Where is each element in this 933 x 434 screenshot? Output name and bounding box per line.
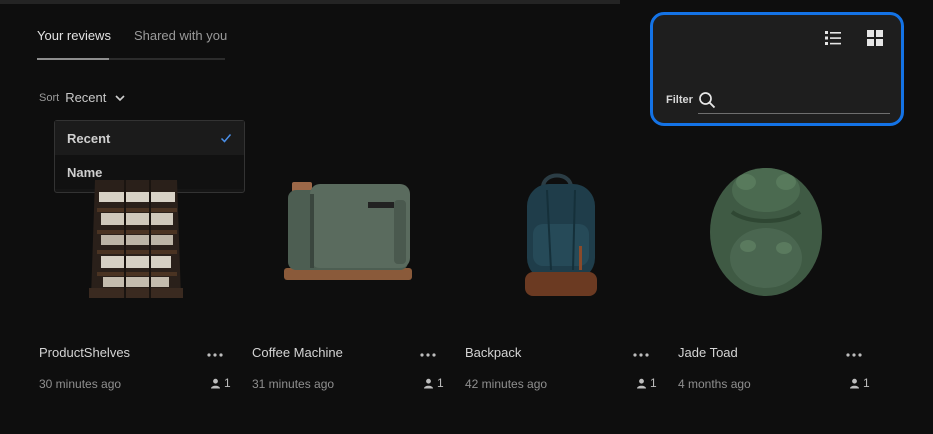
card-time: 30 minutes ago [39,377,122,391]
collaborator-count: 1 [650,376,657,390]
backpack-thumbnail[interactable] [465,150,665,320]
filter-label: Filter [666,94,693,106]
user-icon [424,378,433,388]
more-icon[interactable] [206,348,224,362]
more-icon[interactable] [845,348,863,362]
collaborator-count: 1 [224,376,231,390]
card-collaborators: 1 [423,376,444,390]
card-time: 42 minutes ago [465,377,548,391]
app-root: Your reviews Shared with you Sort Recent… [0,0,933,434]
jade-toad-thumbnail[interactable] [678,150,878,320]
top-strip [0,0,620,4]
sort-value[interactable]: Recent [65,90,106,105]
collaborator-count: 1 [437,376,444,390]
card-title[interactable]: ProductShelves [39,345,130,360]
review-card[interactable]: Backpack 42 minutes ago 1 [465,150,665,400]
tab-shared-with-you[interactable]: Shared with you [134,28,227,57]
chevron-down-icon[interactable] [114,92,126,104]
card-collaborators: 1 [210,376,231,390]
more-icon[interactable] [632,348,650,362]
more-icon[interactable] [419,348,437,362]
review-card[interactable]: ProductShelves 30 minutes ago 1 [39,150,239,400]
filter-field [698,89,890,114]
sort-control[interactable]: Sort Recent [39,90,126,105]
sort-label: Sort [39,91,60,104]
card-time: 31 minutes ago [252,377,335,391]
card-title[interactable]: Backpack [465,345,521,360]
search-icon [699,92,716,109]
filter-panel: Filter [650,12,904,126]
review-card[interactable]: Jade Toad 4 months ago 1 [678,150,878,400]
tab-active-indicator [37,58,109,60]
review-tabs: Your reviews Shared with you [37,28,250,57]
user-icon [211,378,220,388]
collaborator-count: 1 [863,376,870,390]
user-icon [637,378,646,388]
tab-your-reviews[interactable]: Your reviews [37,28,111,57]
card-title[interactable]: Coffee Machine [252,345,343,360]
tab-underline [37,58,225,60]
card-title[interactable]: Jade Toad [678,345,738,360]
sort-option-label: Recent [67,130,111,146]
product-shelves-thumbnail[interactable] [39,150,239,320]
grid-view-icon[interactable] [866,29,884,47]
list-view-icon[interactable] [824,29,842,47]
checkmark-icon [220,134,232,143]
user-icon [850,378,859,388]
review-card[interactable]: Coffee Machine 31 minutes ago 1 [252,150,452,400]
card-collaborators: 1 [636,376,657,390]
filter-input[interactable] [722,89,890,113]
card-collaborators: 1 [849,376,870,390]
coffee-machine-thumbnail[interactable] [252,150,452,320]
card-time: 4 months ago [678,377,751,391]
